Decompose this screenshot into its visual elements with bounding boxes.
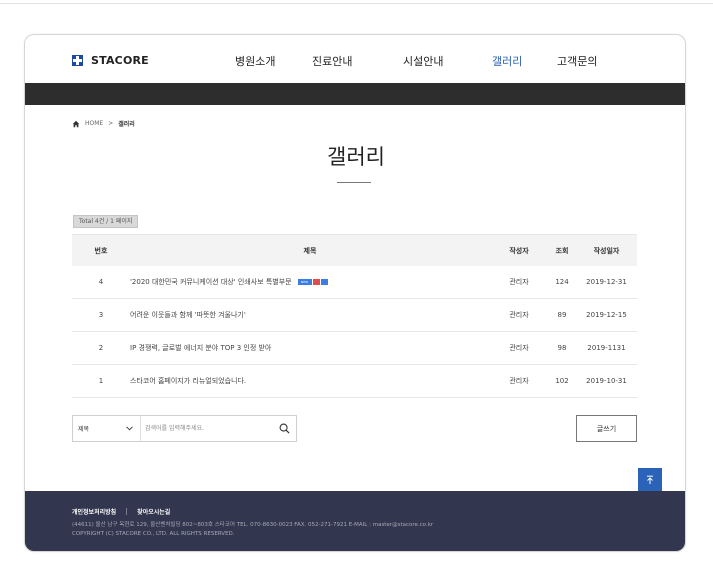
- header-num: 번호: [94, 246, 108, 255]
- row-num: 3: [98, 311, 104, 319]
- row-views: 98: [557, 344, 567, 352]
- row-num: 4: [98, 278, 104, 286]
- site-logo[interactable]: STACORE: [72, 54, 149, 67]
- top-divider: [0, 3, 713, 4]
- browser-frame: STACORE 병원소개 진료안내 시설안내 갤러리 고객문의 HOME > 갤…: [24, 34, 686, 552]
- row-author: 관리자: [509, 311, 529, 319]
- footer-link-directions[interactable]: 찾아오시는길: [137, 507, 170, 516]
- row-title[interactable]: 스타코어 홈페이지가 리뉴얼되었습니다.: [130, 376, 246, 386]
- header-title: 제목: [303, 246, 317, 255]
- breadcrumb-separator: >: [108, 120, 114, 127]
- logo-cross-icon: [72, 55, 83, 66]
- footer-copyright: COPYRIGHT (C) STACORE CO., LTD. ALL RIGH…: [72, 531, 235, 537]
- search-field-select[interactable]: 제목: [73, 416, 141, 441]
- nav-item-gallery[interactable]: 갤러리: [492, 53, 522, 69]
- footer-address: (44611) 울산 남구 옥현로 129, 울산벤처빌딩 802~803호 스…: [72, 522, 434, 528]
- nav-item-inquiry[interactable]: 고객문의: [557, 53, 597, 69]
- row-title[interactable]: IP 경쟁력, 글로벌 에너지 분야 TOP 3 인정 받아: [130, 343, 271, 353]
- file-icon: [320, 279, 328, 285]
- footer-divider: [126, 508, 128, 515]
- search-input[interactable]: [141, 416, 272, 441]
- scroll-top-button[interactable]: [638, 468, 662, 492]
- gallery-table: 번호 제목 작성자 조회 작성일자 4 '2020 대한민국 커뮤니케이션 대상…: [72, 234, 637, 398]
- footer-link-privacy[interactable]: 개인정보처리방침: [72, 507, 116, 516]
- breadcrumb-current: 갤러리: [118, 121, 135, 128]
- row-views: 102: [555, 377, 569, 385]
- header-author: 작성자: [509, 246, 529, 255]
- row-title-cell[interactable]: 스타코어 홈페이지가 리뉴얼되었습니다.: [130, 365, 246, 397]
- table-row[interactable]: 3 어려운 이웃들과 함께 '따뜻한 겨울나기' 관리자 89 2019-12-…: [72, 299, 637, 332]
- table-row[interactable]: 1 스타코어 홈페이지가 리뉴얼되었습니다. 관리자 102 2019-10-3…: [72, 365, 637, 398]
- nav-item-hospital-intro[interactable]: 병원소개: [235, 53, 275, 69]
- row-title-cell[interactable]: 어려운 이웃들과 함께 '따뜻한 겨울나기': [130, 299, 246, 331]
- search-field-value: 제목: [78, 426, 90, 433]
- search-bar: 제목: [72, 415, 297, 442]
- row-author: 관리자: [509, 377, 529, 385]
- image-icon: [312, 279, 320, 285]
- breadcrumb: HOME > 갤러리: [72, 119, 135, 128]
- search-button[interactable]: [272, 416, 296, 441]
- row-views: 89: [557, 311, 567, 319]
- footer-info: (44611) 울산 남구 옥현로 129, 울산벤처빌딩 802~803호 스…: [72, 521, 433, 539]
- row-views: 124: [555, 278, 569, 286]
- site-header: STACORE 병원소개 진료안내 시설안내 갤러리 고객문의: [25, 35, 685, 83]
- write-button[interactable]: 글쓰기: [576, 415, 637, 442]
- site-footer: 개인정보처리방침 찾아오시는길 (44611) 울산 남구 옥현로 129, 울…: [25, 491, 685, 551]
- row-author: 관리자: [509, 278, 529, 286]
- row-date: 2019-12-15: [586, 311, 627, 319]
- header-views: 조회: [555, 246, 569, 255]
- footer-links: 개인정보처리방침 찾아오시는길: [72, 507, 170, 516]
- table-row[interactable]: 2 IP 경쟁력, 글로벌 에너지 분야 TOP 3 인정 받아 관리자 98 …: [72, 332, 637, 365]
- row-title-cell[interactable]: '2020 대한민국 커뮤니케이션 대상' 인쇄사보 특별부문 NEW: [130, 266, 328, 298]
- row-title[interactable]: '2020 대한민국 커뮤니케이션 대상' 인쇄사보 특별부문: [130, 277, 292, 287]
- table-row[interactable]: 4 '2020 대한민국 커뮤니케이션 대상' 인쇄사보 특별부문 NEW 관리…: [72, 266, 637, 299]
- row-date: 2019-10-31: [586, 377, 627, 385]
- nav-item-facilities[interactable]: 시설안내: [403, 53, 443, 69]
- row-title-cell[interactable]: IP 경쟁력, 글로벌 에너지 분야 TOP 3 인정 받아: [130, 332, 271, 364]
- row-title[interactable]: 어려운 이웃들과 함께 '따뜻한 겨울나기': [130, 310, 246, 320]
- row-date: 2019-12-31: [586, 278, 627, 286]
- title-underline: [337, 182, 371, 183]
- new-icon: NEW: [297, 279, 312, 285]
- row-date: 2019-1131: [587, 344, 626, 352]
- home-icon[interactable]: [72, 120, 80, 128]
- row-author: 관리자: [509, 344, 529, 352]
- arrow-up-icon: [647, 475, 653, 484]
- row-num: 2: [98, 344, 104, 352]
- row-num: 1: [98, 377, 104, 385]
- header-date: 작성일자: [593, 246, 620, 255]
- breadcrumb-home[interactable]: HOME: [85, 120, 103, 127]
- post-badges: NEW: [297, 279, 328, 285]
- logo-text: STACORE: [91, 54, 149, 67]
- nav-item-treatment-info[interactable]: 진료안내: [312, 53, 352, 69]
- chevron-down-icon: [126, 426, 133, 431]
- sub-nav-bar: [25, 83, 685, 105]
- total-count-badge: Total 4건 / 1 페이지: [73, 215, 139, 228]
- page-title: 갤러리: [327, 145, 385, 169]
- search-icon: [279, 423, 290, 434]
- table-header: 번호 제목 작성자 조회 작성일자: [72, 234, 637, 266]
